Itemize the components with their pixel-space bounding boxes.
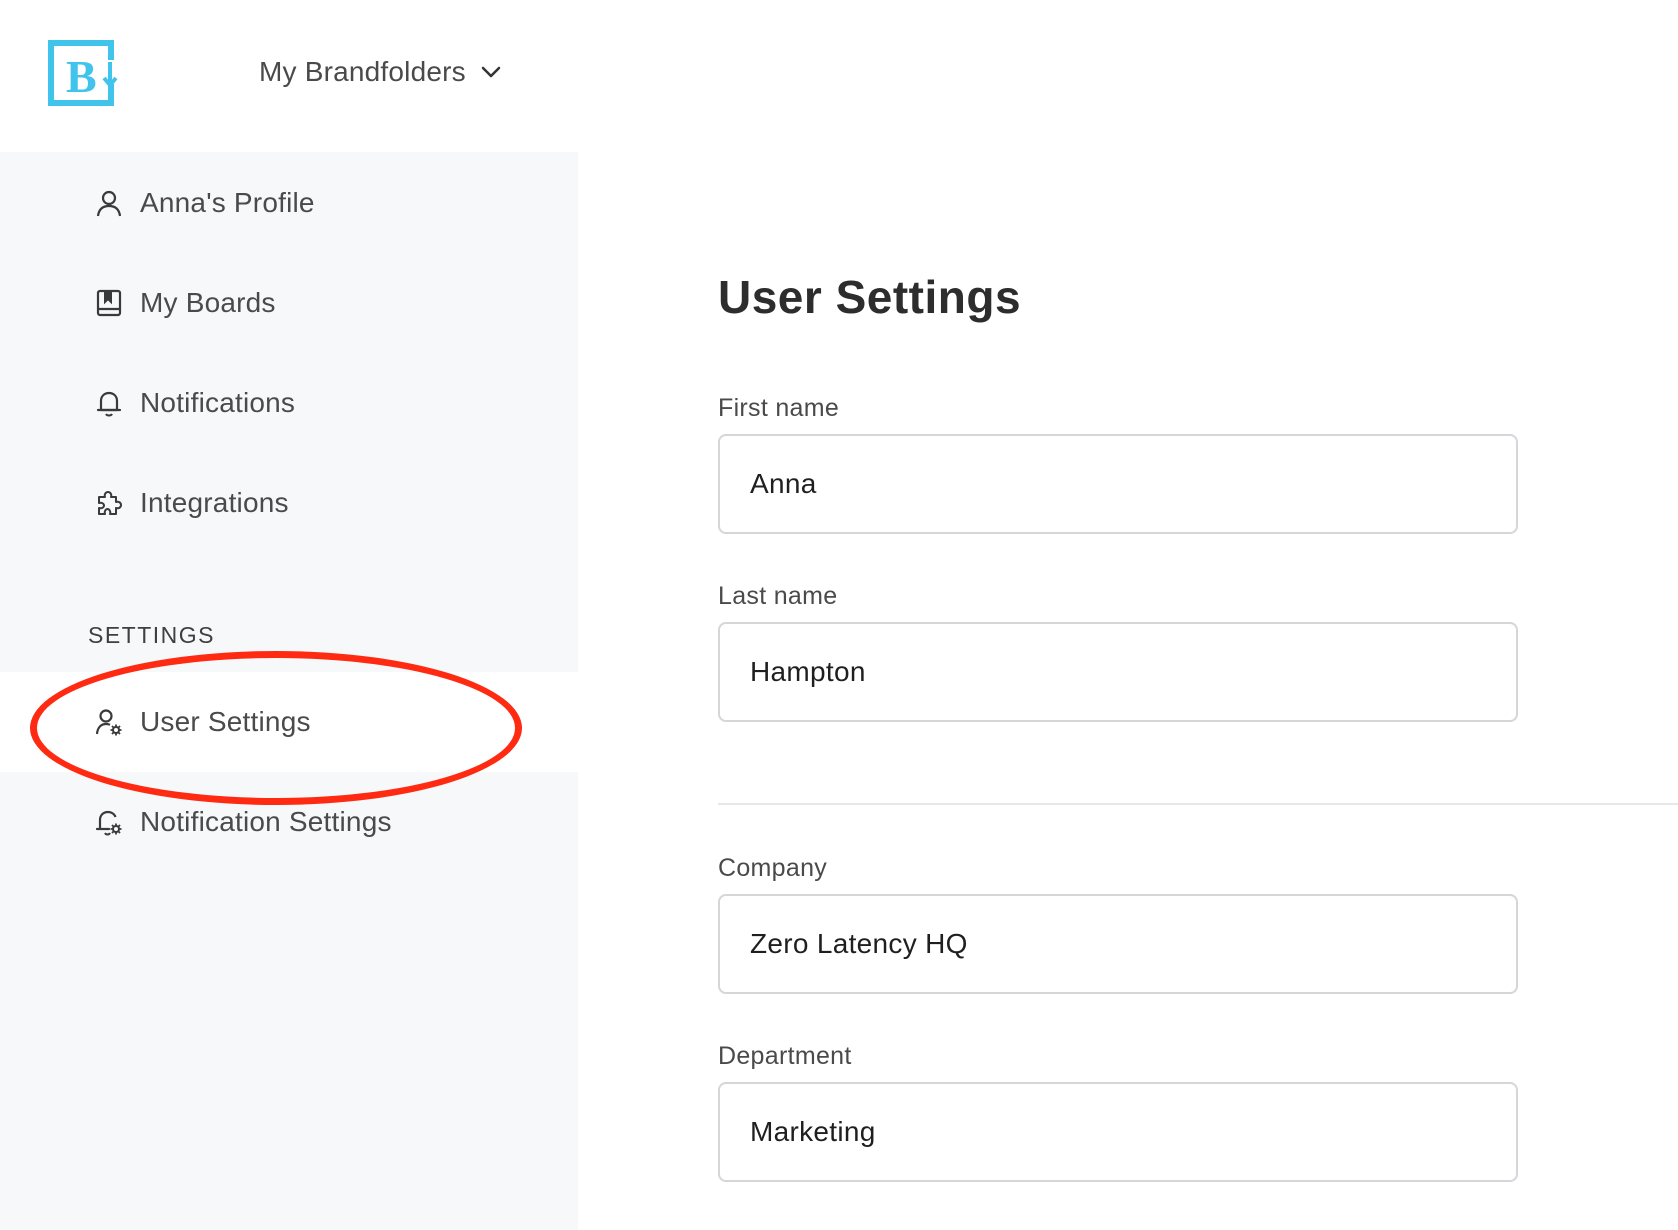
puzzle-icon: [98, 491, 122, 515]
bell-gear-icon: [95, 810, 122, 836]
sidebar-item-integrations[interactable]: Integrations: [0, 453, 578, 553]
svg-text:B: B: [66, 51, 97, 102]
settings-section-label: SETTINGS: [88, 622, 216, 648]
brandfolder-logo-icon[interactable]: B: [48, 40, 120, 108]
sidebar-item-label: User Settings: [140, 706, 311, 737]
brandfolder-switcher-label: My Brandfolders: [259, 56, 466, 87]
sidebar-item-notification-settings[interactable]: Notification Settings: [0, 772, 578, 872]
last-name-label: Last name: [718, 582, 838, 610]
sidebar-item-label: Anna's Profile: [140, 187, 315, 218]
first-name-input[interactable]: [718, 434, 1518, 534]
user-gear-icon: [95, 709, 122, 736]
page: B My Brandfolders Anna's Profile My Boar…: [0, 0, 1678, 1230]
first-name-label: First name: [718, 394, 840, 422]
bell-icon: [96, 391, 122, 417]
last-name-input[interactable]: [718, 622, 1518, 722]
company-label: Company: [718, 854, 828, 882]
sidebar-item-label: Notification Settings: [140, 806, 392, 837]
section-divider: [718, 803, 1678, 805]
chevron-down-icon: [481, 66, 501, 78]
sidebar-item-label: My Boards: [140, 287, 276, 318]
top-header: B My Brandfolders: [0, 0, 1678, 152]
company-input[interactable]: [718, 894, 1518, 994]
sidebar: Anna's Profile My Boards Notifications I…: [0, 152, 578, 1230]
sidebar-item-notifications[interactable]: Notifications: [0, 353, 578, 453]
page-title: User Settings: [718, 271, 1022, 323]
department-label: Department: [718, 1042, 852, 1070]
main-content: User Settings First name Last name Compa…: [718, 152, 1678, 1230]
sidebar-item-label: Notifications: [140, 387, 296, 418]
user-icon: [96, 190, 122, 217]
sidebar-item-profile[interactable]: Anna's Profile: [0, 153, 578, 253]
department-input[interactable]: [718, 1082, 1518, 1182]
sidebar-item-user-settings[interactable]: User Settings: [0, 672, 578, 772]
sidebar-item-label: Integrations: [140, 487, 289, 518]
board-icon: [96, 289, 122, 317]
brandfolder-switcher-dropdown[interactable]: My Brandfolders: [259, 52, 502, 92]
sidebar-item-my-boards[interactable]: My Boards: [0, 253, 578, 353]
